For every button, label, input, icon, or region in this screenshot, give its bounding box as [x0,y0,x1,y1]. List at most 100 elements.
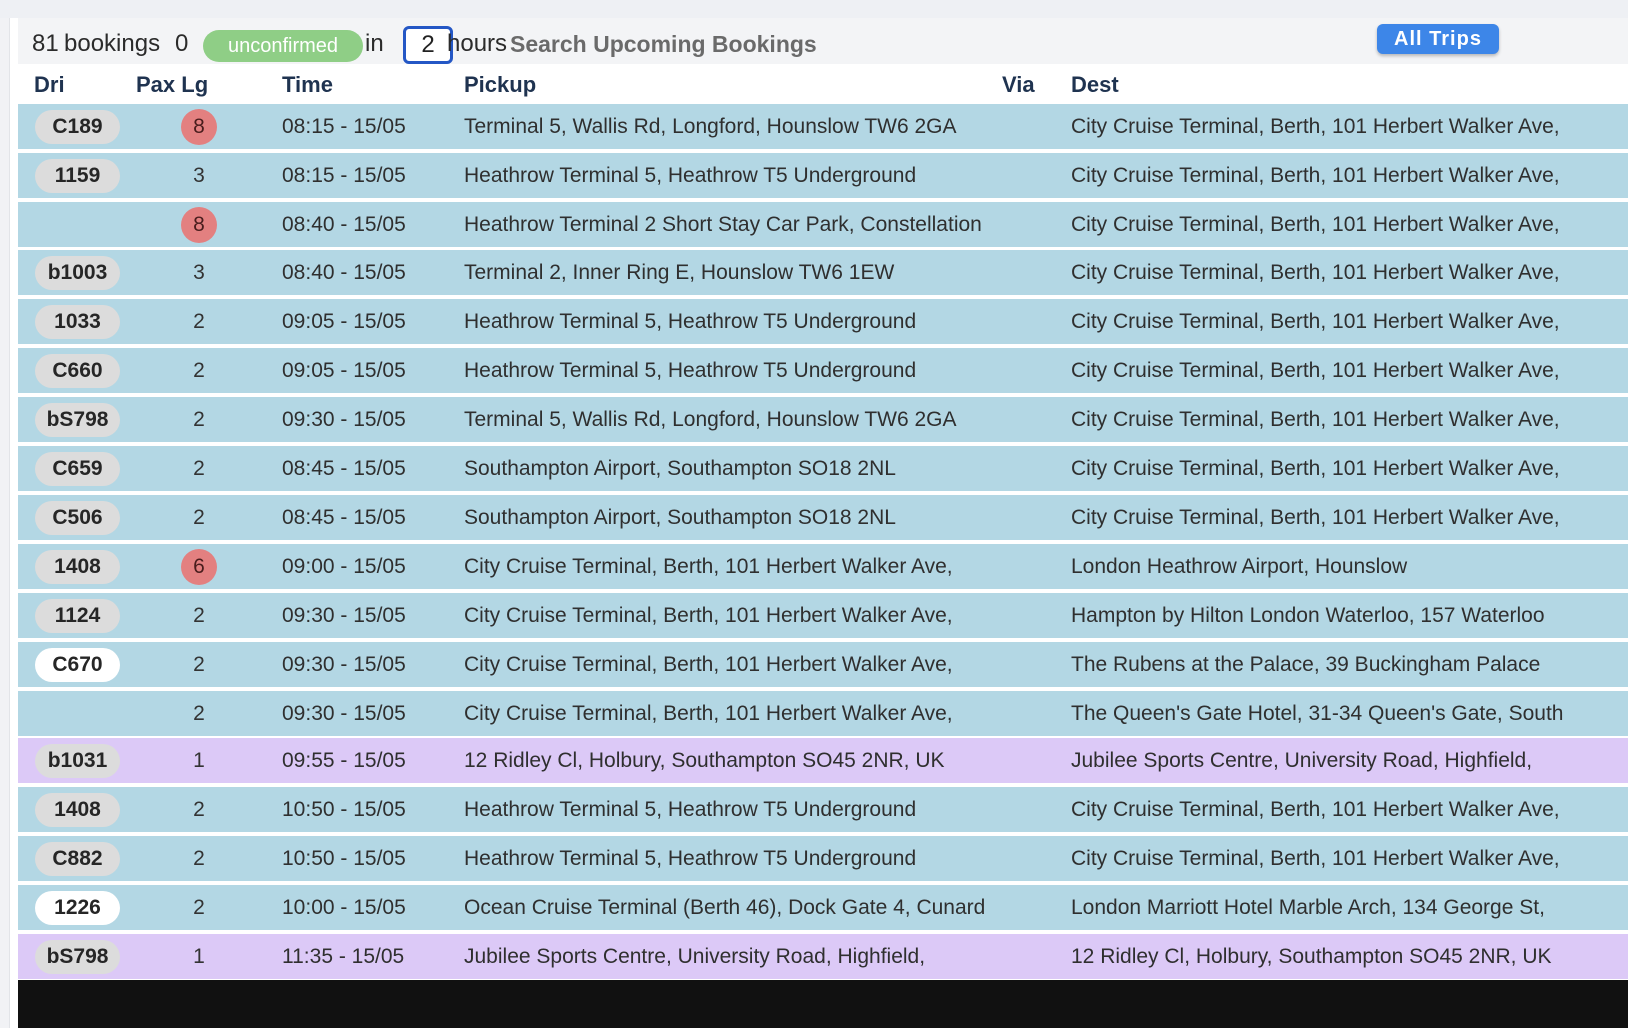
table-row[interactable]: C660 2 09:05 - 15/05 Heathrow Terminal 5, H… [18,348,1628,395]
driver-badge[interactable]: C660 [35,354,120,388]
table-row[interactable]: 8 08:40 - 15/05 Heathrow Terminal 2 Short … [18,202,1628,249]
table-row[interactable]: C882 2 10:50 - 15/05 Heathrow Terminal 5, H… [18,836,1628,883]
pax-warning-badge: 6 [181,549,217,585]
hours-input[interactable] [403,26,453,64]
table-row[interactable]: 1408 6 09:00 - 15/05 City Cruise Terminal, … [18,544,1628,591]
pax-count: 2 [193,310,205,333]
pickup-time: 10:50 - 15/05 [282,798,406,821]
table-row[interactable]: C659 2 08:45 - 15/05 Southampton Airport, S… [18,446,1628,493]
driver-badge[interactable]: C506 [35,501,120,535]
driver-badge[interactable]: C882 [35,842,120,876]
table-row[interactable]: b1003 3 08:40 - 15/05 Terminal 2, Inner Rin… [18,250,1628,297]
table-row[interactable]: C189 8 08:15 - 15/05 Terminal 5, Wallis Rd,… [18,104,1628,151]
table-row[interactable]: bS798 1 11:35 - 15/05 Jubilee Sports Centre… [18,934,1628,981]
pickup-address: Jubilee Sports Centre, University Road, … [464,945,926,968]
pickup-address: Heathrow Terminal 5, Heathrow T5 Undergr… [464,164,917,187]
destination-address: Jubilee Sports Centre, University Road, … [1071,749,1533,772]
table-row[interactable]: 1033 2 09:05 - 15/05 Heathrow Terminal 5, H… [18,299,1628,346]
hours-label: hours [447,30,508,57]
pickup-time: 11:35 - 15/05 [282,945,405,968]
table-row[interactable]: bS798 2 09:30 - 15/05 Terminal 5, Wallis Rd… [18,397,1628,444]
pickup-time: 08:45 - 15/05 [282,457,406,480]
booking-count: 81 [32,30,59,57]
table-row[interactable]: C506 2 08:45 - 15/05 Southampton Airport, S… [18,495,1628,542]
driver-badge[interactable]: 1226 [35,891,120,925]
table-row[interactable]: 1124 2 09:30 - 15/05 City Cruise Terminal, … [18,593,1628,640]
destination-address: City Cruise Terminal, Berth, 101 Herbert… [1071,261,1560,284]
table-row[interactable]: b1031 1 09:55 - 15/05 12 Ridley Cl, Holbury… [18,738,1628,785]
driver-badge[interactable]: bS798 [35,940,120,974]
destination-address: The Queen's Gate Hotel, 31-34 Queen's Ga… [1071,702,1564,725]
pickup-time: 09:05 - 15/05 [282,310,406,333]
pickup-time: 08:15 - 15/05 [282,164,406,187]
pickup-address: 12 Ridley Cl, Holbury, Southampton SO45 … [464,749,945,772]
pickup-time: 09:55 - 15/05 [282,749,406,772]
pax-warning-badge: 8 [181,207,217,243]
pax-count: 6 [166,549,232,585]
pickup-time: 08:15 - 15/05 [282,115,406,138]
driver-badge[interactable]: C659 [35,452,120,486]
pickup-time: 09:00 - 15/05 [282,555,406,578]
table-row[interactable]: 1408 2 10:50 - 15/05 Heathrow Terminal 5, H… [18,787,1628,834]
column-header-pickup[interactable]: Pickup [464,72,536,98]
bookings-label: bookings [64,30,161,57]
column-header-driver[interactable]: Dri [34,72,65,98]
driver-badge[interactable]: b1003 [35,256,120,290]
driver-badge[interactable]: bS798 [35,403,120,437]
destination-address: City Cruise Terminal, Berth, 101 Herbert… [1071,310,1560,333]
pickup-time: 09:30 - 15/05 [282,653,406,676]
pax-count: 2 [193,798,205,821]
pickup-time: 09:30 - 15/05 [282,408,406,431]
pax-count: 2 [193,604,205,627]
driver-badge[interactable]: C189 [35,110,120,144]
pickup-address: City Cruise Terminal, Berth, 101 Herbert… [464,604,953,627]
left-edge [0,18,10,1028]
destination-address: City Cruise Terminal, Berth, 101 Herbert… [1071,506,1560,529]
unconfirmed-badge[interactable]: unconfirmed [203,30,363,62]
in-label: in [365,30,384,57]
destination-address: London Heathrow Airport, Hounslow [1071,555,1408,578]
driver-badge[interactable]: 1159 [35,159,120,193]
pickup-address: Heathrow Terminal 5, Heathrow T5 Undergr… [464,798,917,821]
pickup-address: Southampton Airport, Southampton SO18 2N… [464,506,896,529]
pickup-address: Terminal 5, Wallis Rd, Longford, Hounslo… [464,408,957,431]
pickup-address: Heathrow Terminal 5, Heathrow T5 Undergr… [464,310,917,333]
pickup-address: City Cruise Terminal, Berth, 101 Herbert… [464,653,953,676]
destination-address: City Cruise Terminal, Berth, 101 Herbert… [1071,408,1560,431]
driver-badge[interactable]: C670 [35,648,120,682]
pickup-address: Heathrow Terminal 5, Heathrow T5 Undergr… [464,359,917,382]
pickup-address: City Cruise Terminal, Berth, 101 Herbert… [464,702,953,725]
column-header-pax-lg[interactable]: Pax Lg [136,72,208,98]
search-upcoming-bookings-link[interactable]: Search Upcoming Bookings [510,30,817,58]
table-row[interactable]: 2 09:30 - 15/05 City Cruise Terminal, Bert… [18,691,1628,738]
pax-count: 8 [166,109,232,145]
pax-count: 2 [193,847,205,870]
pickup-address: Heathrow Terminal 5, Heathrow T5 Undergr… [464,847,917,870]
pax-count: 2 [193,896,205,919]
column-header-time[interactable]: Time [282,72,333,98]
destination-address: 12 Ridley Cl, Holbury, Southampton SO45 … [1071,945,1552,968]
table-row[interactable]: 1159 3 08:15 - 15/05 Heathrow Terminal 5, H… [18,153,1628,200]
table-row[interactable]: 1226 2 10:00 - 15/05 Ocean Cruise Terminal … [18,885,1628,932]
destination-address: City Cruise Terminal, Berth, 101 Herbert… [1071,457,1560,480]
driver-badge[interactable]: 1033 [35,305,120,339]
pickup-address: City Cruise Terminal, Berth, 101 Herbert… [464,555,953,578]
driver-badge[interactable]: 1124 [35,599,120,633]
bookings-panel: 81 bookings 0 unconfirmed in hours Searc… [18,18,1628,1028]
driver-badge[interactable]: 1408 [35,550,120,584]
pickup-time: 10:00 - 15/05 [282,896,406,919]
driver-badge[interactable]: 1408 [35,793,120,827]
column-header-dest[interactable]: Dest [1071,72,1119,98]
pax-count: 2 [193,359,205,382]
destination-address: City Cruise Terminal, Berth, 101 Herbert… [1071,847,1560,870]
column-header-via[interactable]: Via [1002,72,1035,98]
pickup-time: 08:45 - 15/05 [282,506,406,529]
destination-address: City Cruise Terminal, Berth, 101 Herbert… [1071,213,1560,236]
driver-badge[interactable]: b1031 [35,744,120,778]
all-trips-button[interactable]: All Trips [1377,24,1499,54]
pax-count: 2 [193,457,205,480]
destination-address: The Rubens at the Palace, 39 Buckingham … [1071,653,1541,676]
pickup-time: 09:30 - 15/05 [282,702,406,725]
pickup-address: Southampton Airport, Southampton SO18 2N… [464,457,896,480]
table-row[interactable]: C670 2 09:30 - 15/05 City Cruise Terminal, … [18,642,1628,689]
